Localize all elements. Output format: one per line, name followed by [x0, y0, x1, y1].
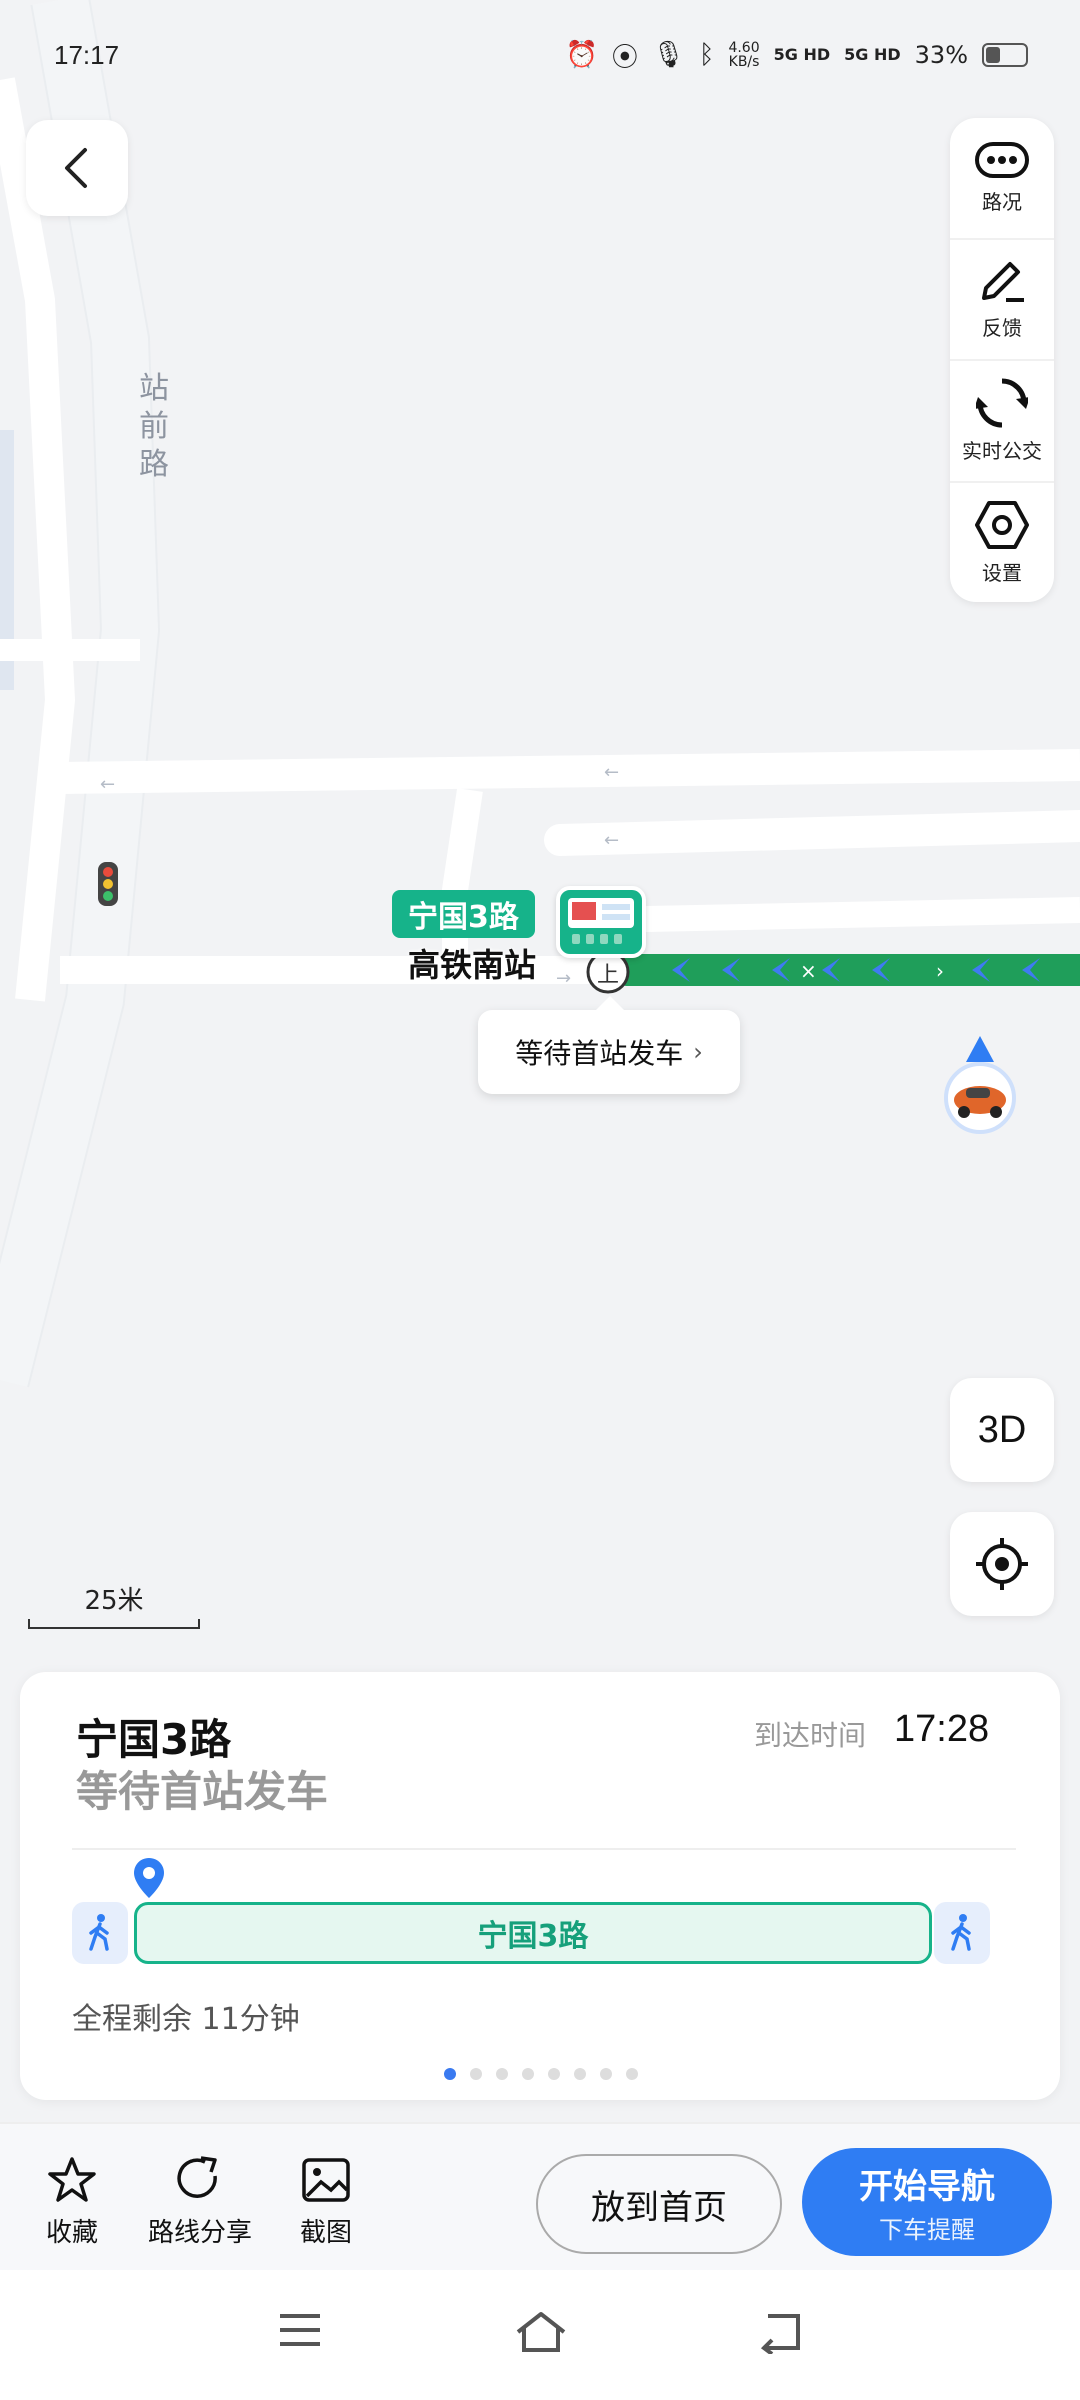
map-tools-panel: 路况 反馈 实时公交 设置 [950, 118, 1054, 602]
pin-shape [134, 1858, 164, 1898]
car-icon [944, 1036, 1016, 1134]
scale-label: 25米 [84, 1586, 144, 1616]
realtime-bus-button[interactable]: 实时公交 [950, 361, 1054, 483]
route-tag[interactable]: 宁国3路 [392, 890, 535, 938]
page-dot [548, 2068, 560, 2080]
battery-percent: 33% [914, 41, 968, 69]
back-button[interactable] [26, 120, 128, 216]
card-divider [72, 1848, 1016, 1850]
card-status: 等待首站发车 [76, 1767, 329, 1816]
menu-button[interactable] [276, 2310, 324, 2354]
favorite-button[interactable]: 收藏 [46, 2156, 98, 2249]
add-to-home-button[interactable]: 放到首页 [536, 2154, 782, 2254]
3d-toggle-button[interactable]: 3D [950, 1378, 1054, 1482]
svg-text:→: → [556, 968, 571, 989]
wait-departure-bubble[interactable]: 等待首站发车 › [478, 996, 740, 1094]
page-dot [626, 2068, 638, 2080]
route-info-card[interactable]: 宁国3路 等待首站发车 到达时间 17:28 宁国3路 全程剩余 11分钟 [20, 1672, 1060, 2100]
page-dot [522, 2068, 534, 2080]
svg-text:←: ← [100, 774, 115, 795]
wait-bubble-text: 等待首站发车 [515, 1037, 684, 1070]
arrive-time: 17:28 [894, 1708, 990, 1750]
microphone-icon: 🎙 [651, 40, 685, 70]
menu-lines-icon [280, 2314, 320, 2346]
start-nav-sublabel: 下车提醒 [879, 2216, 975, 2244]
bus-segment-bar[interactable]: 宁国3路 [134, 1902, 932, 1964]
share-arrow-icon [177, 2156, 217, 2198]
svg-text:›: › [936, 959, 944, 983]
status-time: 17:17 [54, 39, 120, 70]
chevron-right-icon: › [693, 1038, 703, 1066]
traffic-label: 路况 [982, 190, 1022, 215]
page-dot [600, 2068, 612, 2080]
image-icon [302, 2158, 350, 2202]
home-button[interactable] [514, 2310, 568, 2358]
battery-icon [982, 43, 1028, 67]
screenshot-label: 截图 [300, 2218, 353, 2248]
screenshot-button[interactable]: 截图 [300, 2156, 352, 2249]
net-speed-value: 4.60 [728, 40, 760, 56]
location-pin-icon [132, 1856, 166, 1904]
realtime-bus-label: 实时公交 [962, 439, 1042, 464]
svg-text:←: ← [604, 830, 619, 851]
bottom-action-bar: 收藏 路线分享 截图 放到首页 开始导航 下车提醒 [0, 2122, 1080, 2270]
map-scale: 25米 [28, 1580, 200, 1629]
road-name-label: 站前路 [139, 371, 169, 482]
arrive-label: 到达时间 [754, 1719, 867, 1752]
walking-person-icon [951, 1914, 971, 1951]
alarm-icon: ⏰ [565, 40, 598, 70]
net-speed: 4.60 KB/s [728, 41, 759, 69]
bluetooth-icon: ᛒ [698, 40, 715, 70]
pencil-icon [982, 261, 1024, 302]
svg-text:上: 上 [597, 963, 619, 988]
net-speed-unit: KB/s [728, 54, 760, 70]
station-name[interactable]: 高铁南站 [408, 940, 536, 986]
location-icon: ⦿ [611, 42, 638, 73]
start-navigation-button[interactable]: 开始导航 下车提醒 [802, 2148, 1052, 2256]
chevron-left-icon [65, 148, 87, 188]
page-dot [574, 2068, 586, 2080]
crosshair-icon [976, 1538, 1028, 1590]
svg-text:←: ← [604, 762, 619, 783]
traffic-dots-icon [975, 142, 1029, 179]
bus-screen-icon [568, 898, 634, 944]
share-route-label: 路线分享 [148, 2218, 253, 2248]
walking-person-icon [89, 1914, 109, 1951]
scale-bar [28, 1619, 200, 1629]
walk-end-icon [934, 1902, 990, 1964]
locate-button[interactable] [950, 1512, 1054, 1616]
network-2: 5G HD [844, 45, 901, 64]
traffic-button[interactable]: 路况 [950, 118, 1054, 240]
page-indicator [444, 2068, 638, 2080]
settings-label: 设置 [982, 560, 1022, 585]
system-back-button[interactable] [756, 2310, 804, 2358]
bus-stop-icon[interactable] [556, 886, 646, 958]
system-nav-bar [0, 2270, 1080, 2400]
feedback-button[interactable]: 反馈 [950, 240, 1054, 361]
page-dot [496, 2068, 508, 2080]
page-dot [444, 2068, 456, 2080]
star-icon [48, 2157, 96, 2202]
home-icon [516, 2312, 566, 2352]
remaining-time: 全程剩余 11分钟 [72, 2002, 300, 2037]
page-dot [470, 2068, 482, 2080]
feedback-label: 反馈 [982, 315, 1022, 340]
walk-start-icon [72, 1902, 128, 1964]
refresh-icon [976, 378, 1028, 428]
share-route-button[interactable]: 路线分享 [148, 2156, 252, 2249]
favorite-label: 收藏 [46, 2218, 99, 2248]
start-nav-label: 开始导航 [859, 2167, 995, 2207]
network-1: 5G HD [773, 45, 831, 64]
status-bar: 17:17 ⏰ ⦿ 🎙 ᛒ 4.60 KB/s 5G HD 5G HD 33% [0, 0, 1080, 110]
settings-button[interactable]: 设置 [950, 483, 1054, 603]
back-arrow-icon [760, 2314, 800, 2356]
status-icons: ⏰ ⦿ 🎙 ᛒ 4.60 KB/s 5G HD 5G HD 33% [565, 37, 1028, 74]
svg-text:×: × [800, 959, 817, 983]
car-location-marker [938, 1034, 1022, 1148]
hexagon-settings-icon [975, 500, 1029, 549]
